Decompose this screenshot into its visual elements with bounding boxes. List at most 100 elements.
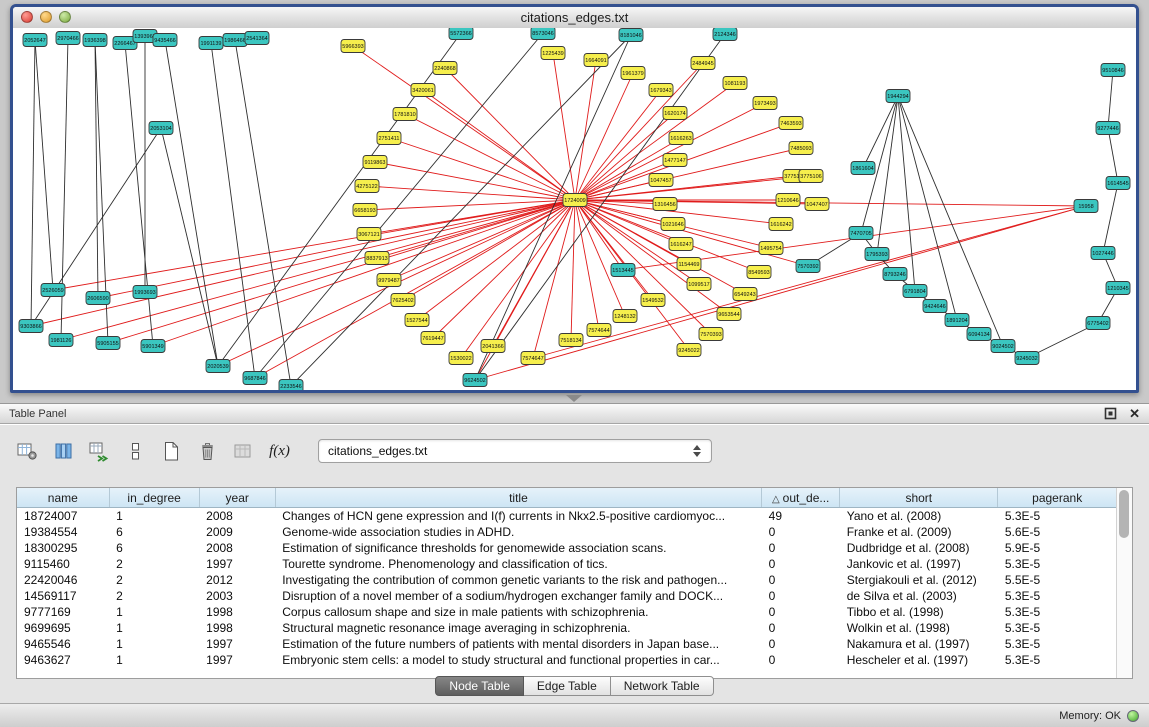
graph-node[interactable]: 1549532 bbox=[641, 294, 665, 307]
table-selector-combo[interactable]: citations_edges.txt bbox=[318, 439, 712, 463]
graph-node[interactable]: 1047457 bbox=[649, 174, 673, 187]
graph-node[interactable]: 1936398 bbox=[83, 34, 107, 47]
graph-node[interactable]: 9653544 bbox=[717, 308, 741, 321]
graph-node[interactable]: 9245022 bbox=[677, 344, 701, 357]
minimize-window-button[interactable] bbox=[40, 11, 52, 23]
table-row[interactable]: 969969511998Structural magnetic resonanc… bbox=[17, 620, 1116, 636]
table-row[interactable]: 1938455462009Genome-wide association stu… bbox=[17, 524, 1116, 540]
show-columns-icon[interactable] bbox=[50, 438, 77, 465]
graph-node[interactable]: 9435466 bbox=[153, 34, 177, 47]
graph-node[interactable]: 1891204 bbox=[945, 314, 969, 327]
zoom-window-button[interactable] bbox=[59, 11, 71, 23]
graph-node[interactable]: 2041366 bbox=[481, 340, 505, 353]
graph-node[interactable]: 3775106 bbox=[799, 170, 823, 183]
graph-node[interactable]: 1616247 bbox=[669, 238, 693, 251]
column-header-in-degree[interactable]: in_degree bbox=[109, 488, 199, 508]
close-window-button[interactable] bbox=[21, 11, 33, 23]
float-panel-icon[interactable] bbox=[1104, 407, 1117, 420]
graph-node[interactable]: 2053104 bbox=[149, 122, 173, 135]
graph-node[interactable]: 1530022 bbox=[449, 352, 473, 365]
row-height-icon[interactable] bbox=[122, 438, 149, 465]
graph-node[interactable]: 1616263 bbox=[669, 132, 693, 145]
graph-node[interactable]: 15958 bbox=[1074, 200, 1098, 213]
graph-node[interactable]: 1495754 bbox=[759, 242, 783, 255]
graph-node[interactable]: 7485093 bbox=[789, 142, 813, 155]
graph-node[interactable]: 1981126 bbox=[49, 334, 73, 347]
graph-node[interactable]: 1993693 bbox=[133, 286, 157, 299]
graph-node[interactable]: 9510846 bbox=[1101, 64, 1125, 77]
graph-node[interactable]: 3067121 bbox=[357, 228, 381, 241]
graph-node[interactable]: 1961379 bbox=[621, 67, 645, 80]
graph-node[interactable]: 5905155 bbox=[96, 337, 120, 350]
graph-node[interactable]: 7574644 bbox=[587, 324, 611, 337]
graph-node[interactable]: 1795393 bbox=[865, 248, 889, 261]
graph-node[interactable]: 2233546 bbox=[279, 380, 303, 393]
graph-node[interactable]: 7574647 bbox=[521, 352, 545, 365]
graph-node[interactable]: 7625402 bbox=[391, 294, 415, 307]
tab-edge-table[interactable]: Edge Table bbox=[524, 676, 611, 696]
graph-node[interactable]: 8793246 bbox=[883, 268, 907, 281]
table-row[interactable]: 911546021997Tourette syndrome. Phenomeno… bbox=[17, 556, 1116, 572]
graph-node[interactable]: 7470705 bbox=[849, 227, 873, 240]
graph-node[interactable]: 1027446 bbox=[1091, 247, 1115, 260]
graph-node[interactable]: 3420061 bbox=[411, 84, 435, 97]
graph-node[interactable]: 1477147 bbox=[663, 154, 687, 167]
graph-node[interactable]: 1099517 bbox=[687, 278, 711, 291]
panel-splitter-handle[interactable] bbox=[566, 395, 582, 402]
graph-node[interactable]: 2020539 bbox=[206, 360, 230, 373]
graph-node[interactable]: 7518134 bbox=[559, 334, 583, 347]
graph-node[interactable]: 1991139 bbox=[199, 37, 223, 50]
column-header-out-degree[interactable]: △out_de... bbox=[762, 488, 840, 508]
graph-node[interactable]: 8181046 bbox=[619, 29, 643, 42]
graph-node[interactable]: 7570392 bbox=[796, 260, 820, 273]
graph-node[interactable]: 9979487 bbox=[377, 274, 401, 287]
graph-node[interactable]: 1021646 bbox=[661, 218, 685, 231]
delete-table-icon[interactable] bbox=[194, 438, 221, 465]
function-builder-icon[interactable]: f(x) bbox=[266, 438, 293, 465]
table-row[interactable]: 946554611997Estimation of the future num… bbox=[17, 636, 1116, 652]
graph-node[interactable]: 1210646 bbox=[776, 194, 800, 207]
graph-node[interactable]: 8837913 bbox=[365, 252, 389, 265]
network-canvas[interactable]: 1724009122543916640911961379167934316201… bbox=[13, 28, 1136, 390]
graph-node[interactable]: 1620174 bbox=[663, 107, 687, 120]
table-row[interactable]: 1456911722003Disruption of a novel membe… bbox=[17, 588, 1116, 604]
graph-node[interactable]: 1316456 bbox=[653, 198, 677, 211]
table-row[interactable]: 946362711997Embryonic stem cells: a mode… bbox=[17, 652, 1116, 668]
graph-node[interactable]: 2751411 bbox=[377, 132, 401, 145]
graph-node[interactable]: 9624502 bbox=[463, 374, 487, 387]
disabled-table-icon[interactable] bbox=[230, 438, 257, 465]
graph-node[interactable]: 1225439 bbox=[541, 47, 565, 60]
column-header-title[interactable]: title bbox=[275, 488, 761, 508]
graph-node[interactable]: 4275122 bbox=[355, 180, 379, 193]
graph-node[interactable]: 2970466 bbox=[56, 32, 80, 45]
citation-network-graph[interactable]: 1724009122543916640911961379167934316201… bbox=[13, 28, 1136, 393]
graph-node[interactable]: 9424646 bbox=[923, 300, 947, 313]
graph-node[interactable]: 6549243 bbox=[733, 288, 757, 301]
graph-node[interactable]: 9024502 bbox=[991, 340, 1015, 353]
graph-node[interactable]: 5901349 bbox=[141, 340, 165, 353]
graph-node[interactable]: 8549593 bbox=[747, 266, 771, 279]
table-settings-icon[interactable] bbox=[14, 438, 41, 465]
graph-node[interactable]: 1047407 bbox=[805, 198, 829, 211]
graph-node[interactable]: 6658193 bbox=[353, 204, 377, 217]
table-row[interactable]: 1872400712008Changes of HCN gene express… bbox=[17, 508, 1116, 525]
graph-node[interactable]: 7570393 bbox=[699, 328, 723, 341]
column-header-name[interactable]: name bbox=[17, 488, 109, 508]
new-table-icon[interactable] bbox=[158, 438, 185, 465]
graph-node[interactable]: 2541364 bbox=[245, 32, 269, 45]
graph-node[interactable]: 2124346 bbox=[713, 28, 737, 41]
graph-node[interactable]: 1781810 bbox=[393, 108, 417, 121]
graph-node[interactable]: 1614545 bbox=[1106, 177, 1130, 190]
graph-node[interactable]: 1973493 bbox=[753, 97, 777, 110]
graph-node[interactable]: 1664091 bbox=[584, 54, 608, 67]
table-row[interactable]: 2242004622012Investigating the contribut… bbox=[17, 572, 1116, 588]
graph-node[interactable]: 1248132 bbox=[613, 310, 637, 323]
graph-node[interactable]: 6094134 bbox=[967, 328, 991, 341]
column-header-short[interactable]: short bbox=[840, 488, 998, 508]
column-header-pagerank[interactable]: pagerank bbox=[998, 488, 1116, 508]
graph-node[interactable]: 9303866 bbox=[19, 320, 43, 333]
graph-node[interactable]: 9119863 bbox=[363, 156, 387, 169]
import-table-icon[interactable] bbox=[86, 438, 113, 465]
graph-node[interactable]: 7463593 bbox=[779, 117, 803, 130]
graph-node[interactable]: 7619447 bbox=[421, 332, 445, 345]
